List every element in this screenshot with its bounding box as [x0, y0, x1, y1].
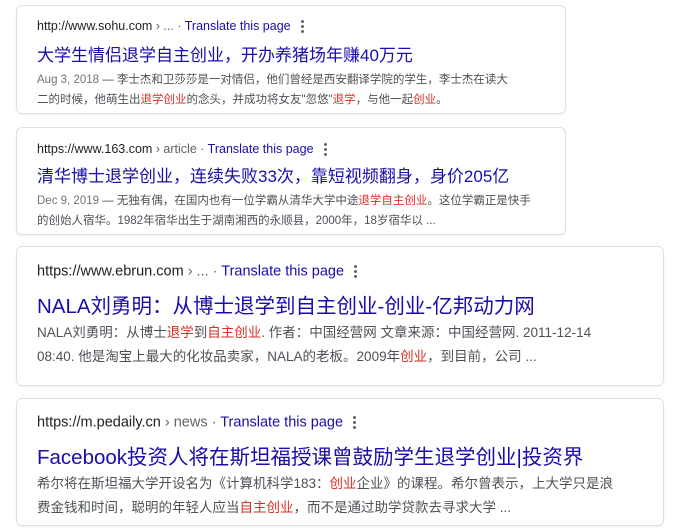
result-title[interactable]: 大学生情侣退学自主创业，开办养猪场年赚40万元: [37, 41, 413, 66]
result-title[interactable]: Facebook投资人将在斯坦福授课曾鼓励学生退学创业|投资界: [37, 440, 583, 470]
translate-link[interactable]: Translate this page: [220, 414, 343, 430]
search-result-4: https://m.pedaily.cn › news · Translate …: [16, 398, 664, 526]
result-date: Aug 3, 2018: [37, 74, 100, 86]
highlight-term: 退学自主创业: [358, 195, 428, 207]
result-url[interactable]: https://www.163.com: [37, 142, 152, 156]
result-breadcrumb: › ...: [152, 18, 174, 33]
highlight-term: 自主创业: [239, 500, 294, 515]
highlight-term: 退学: [332, 94, 356, 106]
more-options-icon[interactable]: [323, 141, 328, 158]
search-result-1: http://www.sohu.com › ... · Translate th…: [16, 5, 566, 114]
result-url[interactable]: http://www.sohu.com: [37, 19, 152, 33]
result-url[interactable]: https://www.ebrun.com: [37, 263, 184, 279]
translate-link[interactable]: Translate this page: [185, 19, 291, 33]
translate-link[interactable]: Translate this page: [221, 263, 344, 279]
result-title[interactable]: NALA刘勇明：从博士退学到自主创业-创业-亿邦动力网: [37, 289, 535, 319]
search-result-2: https://www.163.com › article · Translat…: [16, 127, 566, 235]
result-url-row: https://m.pedaily.cn › news · Translate …: [37, 414, 357, 431]
highlight-term: 退学: [166, 325, 194, 340]
more-options-icon[interactable]: [353, 414, 357, 431]
highlight-term: 创业: [400, 349, 428, 364]
result-snippet: 希尔将在斯坦福大学开设名为《计算机科学183：创业企业》的课程。希尔曾表示，上大…: [37, 476, 614, 515]
result-snippet: Aug 3, 2018 — 李士杰和卫莎莎是一对情侣，他们曾经是西安翻译学院的学…: [37, 74, 508, 106]
more-options-icon[interactable]: [300, 18, 305, 35]
highlight-term: 创业: [329, 476, 357, 491]
translate-link[interactable]: Translate this page: [208, 142, 314, 156]
result-date: Dec 9, 2019: [37, 195, 100, 207]
result-breadcrumb: › article: [152, 141, 197, 156]
highlight-term: 退学创业: [140, 94, 187, 106]
result-url-row: http://www.sohu.com › ... · Translate th…: [37, 18, 305, 35]
result-title[interactable]: 清华博士退学创业，连续失败33次，靠短视频翻身，身价205亿: [37, 162, 509, 187]
result-url-row: https://www.163.com › article · Translat…: [37, 141, 328, 158]
result-url[interactable]: https://m.pedaily.cn: [37, 414, 161, 430]
result-breadcrumb: › news: [160, 414, 208, 431]
more-options-icon[interactable]: [354, 263, 358, 280]
highlight-term: 自主创业: [207, 325, 262, 340]
result-breadcrumb: › ...: [183, 263, 209, 280]
result-snippet: Dec 9, 2019 — 无独有偶，在国内也有一位学霸从清华大学中途退学自主创…: [37, 195, 531, 227]
highlight-term: 创业: [413, 94, 437, 106]
search-result-3: https://www.ebrun.com › ... · Translate …: [16, 246, 664, 386]
result-snippet: NALA刘勇明：从博士退学到自主创业. 作者：中国经营网 文章来源：中国经营网.…: [37, 325, 592, 364]
result-url-row: https://www.ebrun.com › ... · Translate …: [37, 263, 358, 280]
